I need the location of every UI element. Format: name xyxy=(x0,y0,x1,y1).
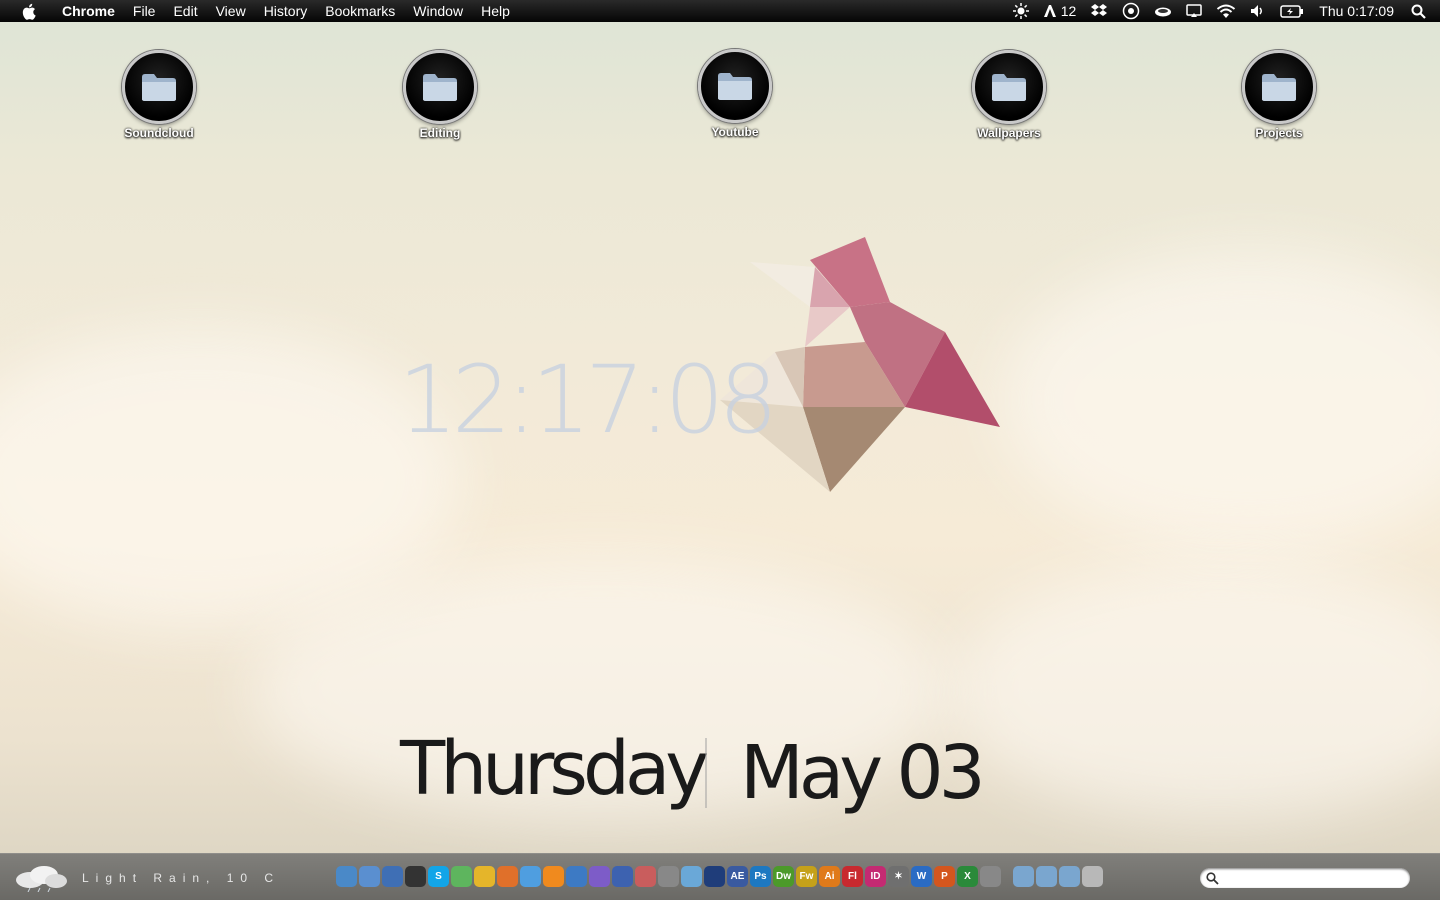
flash-icon[interactable]: Fl xyxy=(842,866,863,887)
star-icon[interactable]: ✶ xyxy=(888,866,909,887)
battery-icon[interactable] xyxy=(1280,0,1304,22)
adobe-updates-count: 12 xyxy=(1060,3,1077,19)
spotlight-search-icon[interactable] xyxy=(1411,0,1426,22)
sync-icon[interactable] xyxy=(1122,0,1140,22)
search-field[interactable] xyxy=(1200,868,1410,888)
music-icon[interactable] xyxy=(566,866,587,887)
adium-icon[interactable] xyxy=(451,866,472,887)
aftereffects-icon[interactable]: AE xyxy=(727,866,748,887)
utility-icon[interactable] xyxy=(980,866,1001,887)
menu-app-name[interactable]: Chrome xyxy=(53,0,124,22)
desktop-folder-youtube[interactable]: Youtube xyxy=(680,49,790,139)
menu-clock[interactable]: Thu 0:17:09 xyxy=(1319,3,1394,19)
volume-icon[interactable] xyxy=(1250,0,1266,22)
preview-icon[interactable] xyxy=(658,866,679,887)
background-cloud xyxy=(1000,250,1440,550)
date-widget: May 03 xyxy=(740,730,986,816)
search-input[interactable] xyxy=(1223,870,1407,886)
documents-folder-icon[interactable] xyxy=(1036,866,1057,887)
dropbox-icon[interactable] xyxy=(1090,0,1108,22)
weather-text: Light Rain, 10 C xyxy=(82,871,281,885)
folder-icon xyxy=(1242,50,1316,124)
itunes-icon[interactable] xyxy=(382,866,403,887)
desktop-folder-editing[interactable]: Editing xyxy=(385,50,495,140)
mail-icon[interactable] xyxy=(359,866,380,887)
dock: S AE Ps Dw Fw Ai Fl ID ✶ W P X xyxy=(336,866,1105,887)
brightness-icon[interactable] xyxy=(1012,0,1029,22)
folder-icon xyxy=(403,50,477,124)
indesign-icon[interactable]: ID xyxy=(865,866,886,887)
firefox-icon[interactable] xyxy=(497,866,518,887)
folder-icon xyxy=(122,50,196,124)
menu-history[interactable]: History xyxy=(255,0,317,22)
brush-icon[interactable] xyxy=(681,866,702,887)
desktop-icon-label: Youtube xyxy=(711,125,759,139)
spiral-icon[interactable] xyxy=(589,866,610,887)
desktop-folder-projects[interactable]: Projects xyxy=(1224,50,1334,140)
illustrator-icon[interactable]: Ai xyxy=(819,866,840,887)
menu-file[interactable]: File xyxy=(124,0,165,22)
cinema4d-icon[interactable] xyxy=(704,866,725,887)
folder-icon xyxy=(972,50,1046,124)
safari-icon[interactable] xyxy=(520,866,541,887)
finder-icon[interactable] xyxy=(336,866,357,887)
word-icon[interactable]: W xyxy=(911,866,932,887)
menu-window[interactable]: Window xyxy=(404,0,472,22)
folder-icon xyxy=(698,49,772,123)
weather-widget: Light Rain, 10 C xyxy=(12,864,280,892)
fireworks-icon[interactable]: Fw xyxy=(796,866,817,887)
menu-status-area: 12 Thu 0:17:09 xyxy=(1006,0,1440,22)
photos-icon[interactable] xyxy=(635,866,656,887)
app-icon[interactable] xyxy=(612,866,633,887)
desktop-folder-soundcloud[interactable]: Soundcloud xyxy=(104,50,214,140)
search-icon xyxy=(1206,871,1219,885)
date-divider xyxy=(705,738,707,808)
menu-help[interactable]: Help xyxy=(472,0,519,22)
day-of-week-widget: Thursday xyxy=(400,726,709,812)
cloud-app-icon[interactable] xyxy=(1154,0,1172,22)
excel-icon[interactable]: X xyxy=(957,866,978,887)
adobe-updates-icon[interactable]: 12 xyxy=(1043,0,1077,22)
apple-menu-icon[interactable] xyxy=(19,2,37,20)
powerpoint-icon[interactable]: P xyxy=(934,866,955,887)
desktop-folder-wallpapers[interactable]: Wallpapers xyxy=(954,50,1064,140)
desktop-icon-label: Editing xyxy=(419,126,461,140)
vlc-icon[interactable] xyxy=(543,866,564,887)
desktop-icon-label: Wallpapers xyxy=(977,126,1041,140)
photoshop-icon[interactable]: Ps xyxy=(750,866,771,887)
menu-view[interactable]: View xyxy=(207,0,255,22)
menu-edit[interactable]: Edit xyxy=(164,0,206,22)
chrome-icon[interactable] xyxy=(474,866,495,887)
menu-bar: Chrome File Edit View History Bookmarks … xyxy=(0,0,1440,22)
desktop-icon-label: Projects xyxy=(1255,126,1303,140)
skype-icon[interactable]: S xyxy=(428,866,449,887)
wifi-icon[interactable] xyxy=(1216,0,1236,22)
bottom-bar: Light Rain, 10 C S AE Ps Dw Fw Ai Fl ID ✶ W P X xyxy=(0,853,1440,900)
trash-icon[interactable] xyxy=(1082,866,1103,887)
downloads-folder-icon[interactable] xyxy=(1059,866,1080,887)
dashboard-icon[interactable] xyxy=(405,866,426,887)
clock-widget: 12:17:08 xyxy=(398,346,778,455)
menu-bookmarks[interactable]: Bookmarks xyxy=(316,0,404,22)
background-cloud xyxy=(950,560,1440,820)
rain-cloud-icon xyxy=(16,866,67,892)
desktop-icon-label: Soundcloud xyxy=(124,126,194,140)
applications-folder-icon[interactable] xyxy=(1013,866,1034,887)
airplay-icon[interactable] xyxy=(1186,0,1203,22)
dreamweaver-icon[interactable]: Dw xyxy=(773,866,794,887)
